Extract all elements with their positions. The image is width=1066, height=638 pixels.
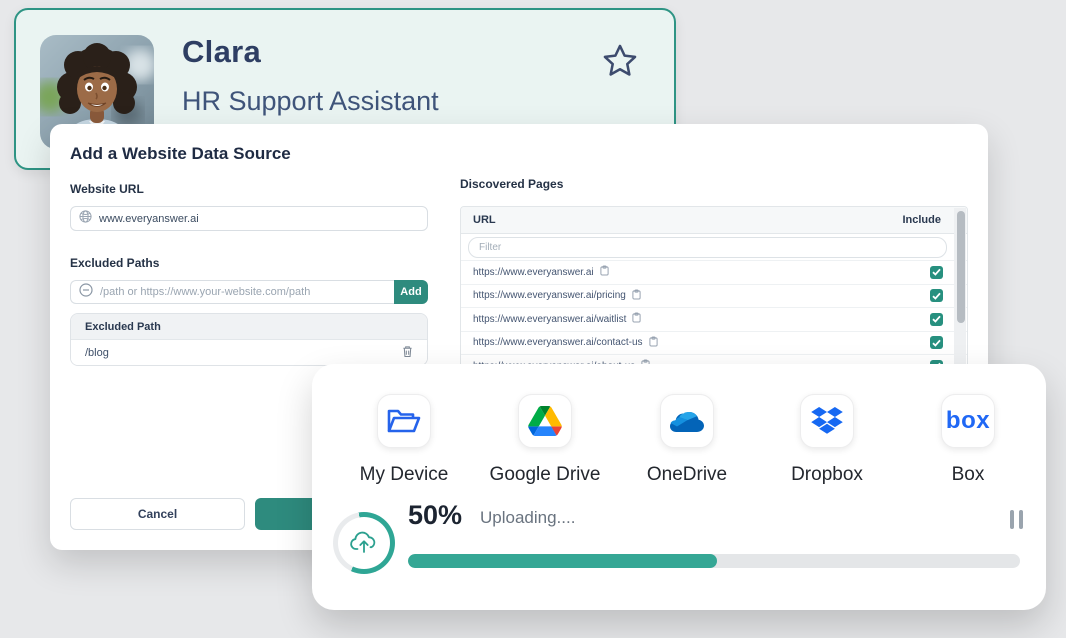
excluded-path-field[interactable] [70,280,394,304]
excluded-paths-table: Excluded Path /blog [70,313,428,366]
excluded-paths-label: Excluded Paths [70,256,159,270]
favorite-star-icon[interactable] [600,42,640,82]
provider-google-drive[interactable]: Google Drive [475,394,615,486]
box-icon: box [941,394,995,448]
filter-input[interactable] [468,237,947,258]
upload-progress-ring [333,512,395,574]
excluded-path-column-header: Excluded Path [71,314,427,340]
website-url-field[interactable] [70,206,428,231]
discovered-page-row: https://www.everyanswer.ai [461,261,967,285]
provider-box[interactable]: box Box [898,394,1038,486]
include-checkbox[interactable] [930,266,943,279]
excluded-path-row: /blog [71,340,427,365]
page-url: https://www.everyanswer.ai [473,267,594,278]
provider-onedrive[interactable]: OneDrive [617,394,757,486]
excluded-path-input[interactable] [100,286,386,298]
copy-icon[interactable] [649,336,658,350]
include-column-header: Include [902,214,941,226]
onedrive-icon [660,394,714,448]
page-url: https://www.everyanswer.ai/waitlist [473,314,626,325]
add-excluded-path-button[interactable]: Add [394,280,428,304]
provider-label: OneDrive [647,464,727,486]
assistant-name: Clara [182,34,261,70]
progress-fill [408,554,717,568]
website-url-input[interactable] [99,213,419,225]
folder-icon [377,394,431,448]
discovered-page-row: https://www.everyanswer.ai/waitlist [461,308,967,332]
cloud-upload-icon [338,517,390,569]
provider-label: Dropbox [791,464,863,486]
globe-icon [79,210,92,228]
copy-icon[interactable] [632,312,641,326]
provider-label: Box [952,464,985,486]
include-checkbox[interactable] [930,336,943,349]
trash-icon[interactable] [402,345,413,361]
include-checkbox[interactable] [930,313,943,326]
minus-circle-icon [79,283,93,302]
discovered-page-row: https://www.everyanswer.ai/pricing [461,285,967,309]
upload-sources-panel: My Device Google Drive OneDrive [312,364,1046,610]
copy-icon[interactable] [632,289,641,303]
discovered-page-row: https://www.everyanswer.ai/contact-us [461,332,967,356]
cancel-button[interactable]: Cancel [70,498,245,530]
upload-status-text: Uploading.... [480,508,575,528]
excluded-path-value: /blog [85,347,109,359]
scrollbar-thumb[interactable] [957,211,965,323]
filter-row [461,234,967,261]
provider-label: My Device [360,464,449,486]
include-checkbox[interactable] [930,289,943,302]
url-column-header: URL [473,214,496,226]
assistant-role: HR Support Assistant [182,86,439,117]
page-url: https://www.everyanswer.ai/contact-us [473,337,643,348]
modal-title: Add a Website Data Source [70,144,291,164]
website-url-label: Website URL [70,182,144,196]
discovered-pages-label: Discovered Pages [460,177,563,191]
provider-dropbox[interactable]: Dropbox [757,394,897,486]
progress-bar [408,554,1020,568]
dropbox-icon [800,394,854,448]
provider-my-device[interactable]: My Device [334,394,474,486]
excluded-path-input-row: Add [70,280,428,304]
pause-icon[interactable] [1010,510,1026,530]
provider-label: Google Drive [490,464,601,486]
discovered-pages-header: URL Include [461,207,967,234]
copy-icon[interactable] [600,265,609,279]
page-url: https://www.everyanswer.ai/pricing [473,290,626,301]
upload-percent: 50% [408,500,462,531]
google-drive-icon [518,394,572,448]
